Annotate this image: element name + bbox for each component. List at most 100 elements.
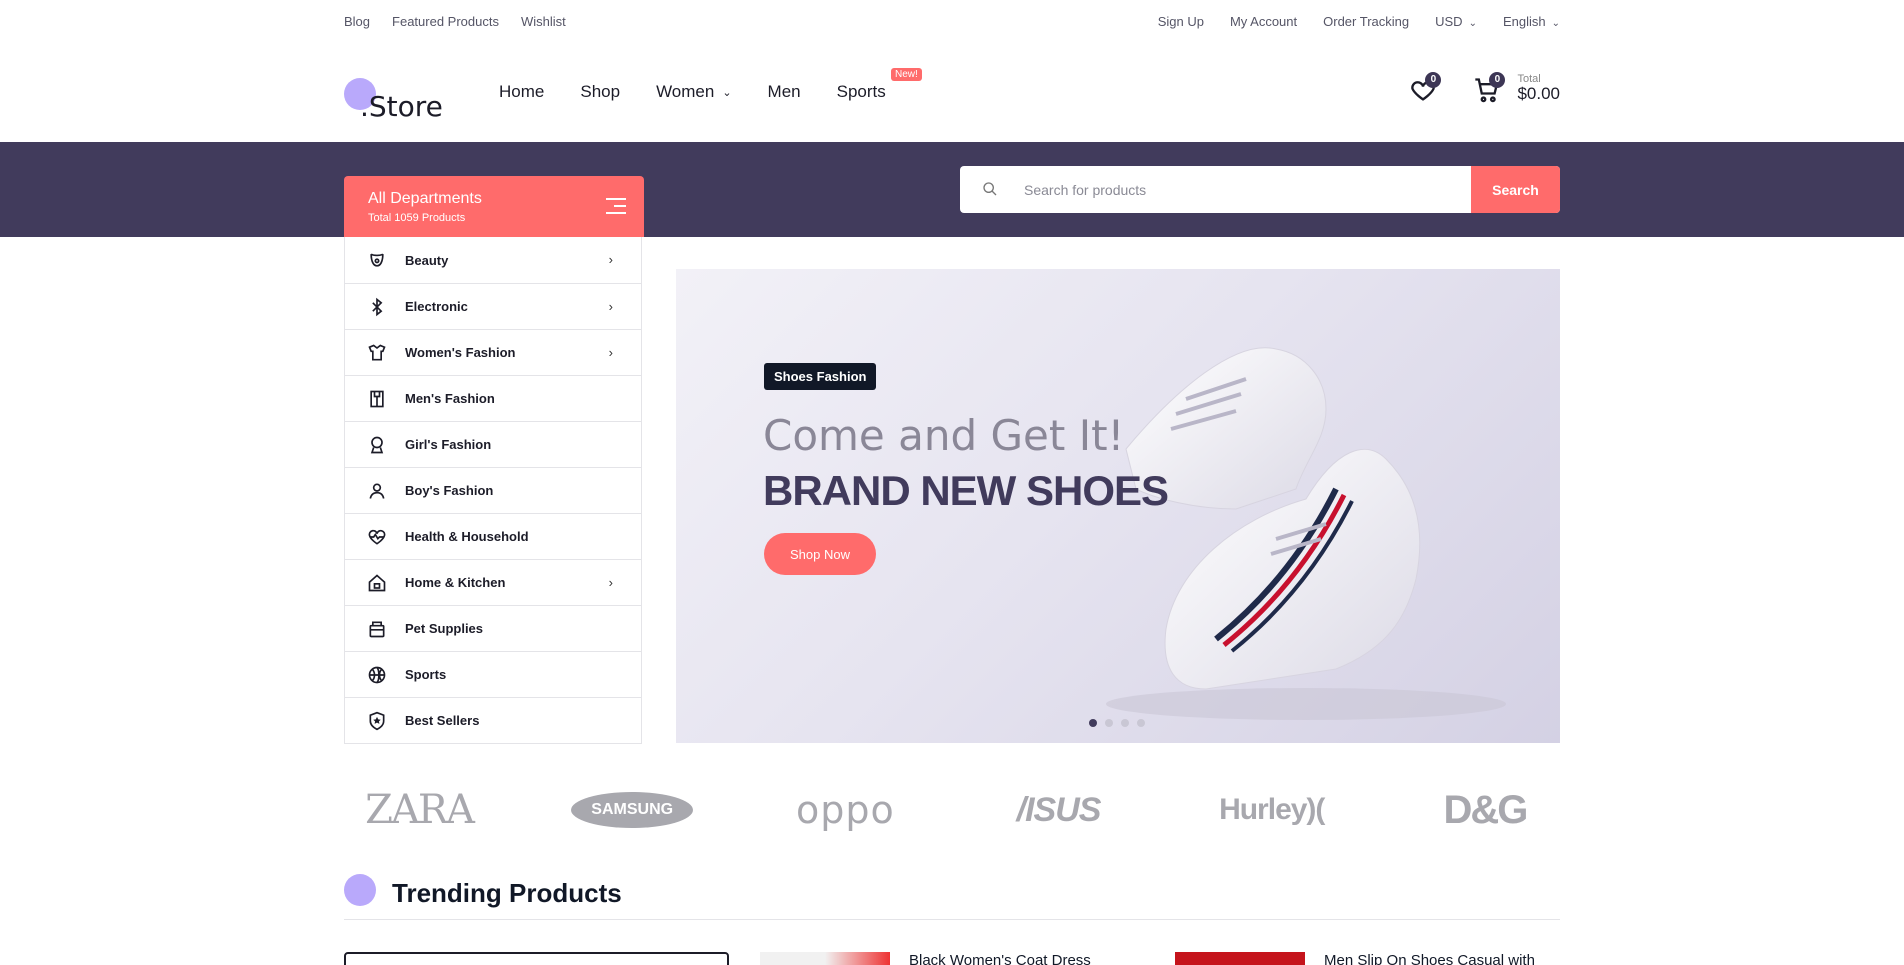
chevron-down-icon: ⌄ (1468, 18, 1477, 29)
nav-sports[interactable]: Sports New! (836, 68, 922, 102)
dept-best-sellers[interactable]: Best Sellers (345, 697, 641, 743)
hero-banner: Shoes Fashion Come and Get It! BRAND NEW… (676, 269, 1560, 743)
shirt-icon (365, 387, 389, 411)
dept-girls-fashion[interactable]: Girl's Fashion (345, 421, 641, 467)
dept-label: Men's Fashion (405, 391, 495, 406)
dept-home-kitchen[interactable]: Home & Kitchen › (345, 559, 641, 605)
currency-selector[interactable]: USD ⌄ (1435, 14, 1477, 29)
trending-title: Trending Products (392, 878, 622, 908)
dept-label: Health & Household (405, 529, 529, 544)
dept-health-household[interactable]: Health & Household (345, 513, 641, 559)
dept-label: Beauty (405, 252, 449, 268)
top-bar: Blog Featured Products Wishlist Sign Up … (0, 0, 1904, 42)
product-card[interactable] (344, 952, 729, 965)
chevron-down-icon: ⌄ (1551, 18, 1560, 29)
product-title[interactable]: Black Women's Coat Dress (909, 952, 1091, 965)
search-bar: Search (960, 166, 1560, 213)
product-thumbnail[interactable] (760, 952, 890, 965)
dept-beauty[interactable]: Beauty › (345, 237, 641, 283)
product-title[interactable]: Men Slip On Shoes Casual with (1324, 952, 1535, 965)
dept-electronic[interactable]: Electronic › (345, 283, 641, 329)
chevron-right-icon: › (608, 299, 613, 314)
dept-boys-fashion[interactable]: Boy's Fashion (345, 467, 641, 513)
all-departments-header[interactable]: All Departments Total 1059 Products (344, 176, 644, 237)
brand-zara[interactable]: ZARA (344, 787, 494, 833)
dept-sports[interactable]: Sports (345, 651, 641, 697)
wishlist-button[interactable]: 0 (1407, 72, 1442, 104)
main-header: .Store Home Shop Women ⌄ Men Sports New! 0… (0, 42, 1904, 142)
dept-label: Home & Kitchen (405, 575, 506, 590)
main-nav: Home Shop Women ⌄ Men Sports New! (499, 68, 922, 102)
cart-total-label: Total (1517, 72, 1541, 85)
sign-up-link[interactable]: Sign Up (1158, 14, 1204, 29)
search-button[interactable]: Search (1471, 166, 1560, 213)
language-value: English (1502, 14, 1546, 29)
featured-products-link[interactable]: Featured Products (392, 14, 499, 29)
dept-womens-fashion[interactable]: Women's Fashion › (345, 329, 641, 375)
nav-home[interactable]: Home (499, 82, 544, 102)
blog-link[interactable]: Blog (344, 14, 370, 29)
departments-subtitle: Total 1059 Products (368, 212, 466, 224)
brand-dg[interactable]: D&G (1410, 788, 1560, 833)
chevron-right-icon: › (608, 345, 613, 360)
search-input[interactable] (1024, 166, 1424, 213)
nav-sports-label: Sports (836, 82, 886, 101)
badge-star-icon (365, 709, 389, 733)
nav-men[interactable]: Men (768, 82, 801, 102)
slider-dot[interactable] (1121, 719, 1129, 727)
order-tracking-link[interactable]: Order Tracking (1323, 14, 1409, 29)
departments-title: All Departments (368, 190, 482, 207)
section-dot (344, 874, 376, 906)
hamburger-icon (606, 198, 626, 216)
currency-value: USD (1435, 14, 1463, 29)
departments-list: Beauty › Electronic › Women's Fashion › … (344, 237, 642, 744)
slider-dots (1089, 719, 1145, 727)
basketball-icon (365, 663, 389, 687)
logo[interactable]: .Store (344, 60, 454, 123)
boy-icon (365, 479, 389, 503)
dept-label: Pet Supplies (405, 621, 484, 636)
cart-count: 0 (1489, 72, 1506, 88)
home-icon (365, 571, 389, 595)
dept-label: Women's Fashion (405, 345, 516, 360)
dept-label: Sports (405, 667, 447, 682)
dept-label: Electronic (405, 299, 468, 314)
shop-now-button[interactable]: Shop Now (764, 533, 876, 575)
brand-logos: ZARA SAMSUNG oppo /ISUS Hurley)( D&G (344, 780, 1560, 840)
nav-women[interactable]: Women ⌄ (656, 82, 731, 102)
logo-text: .Store (360, 90, 443, 123)
brand-asus[interactable]: /ISUS (984, 791, 1134, 830)
dept-mens-fashion[interactable]: Men's Fashion (345, 375, 641, 421)
my-account-link[interactable]: My Account (1230, 14, 1297, 29)
chevron-right-icon: › (608, 252, 613, 267)
dept-label: Girl's Fashion (405, 437, 492, 452)
slider-dot[interactable] (1137, 719, 1145, 727)
brand-samsung[interactable]: SAMSUNG (557, 792, 707, 828)
nav-women-label: Women (656, 82, 715, 101)
header-actions: 0 0 Total $0.00 (1407, 72, 1560, 104)
heartbeat-icon (365, 525, 389, 549)
brand-oppo[interactable]: oppo (770, 788, 920, 832)
beauty-icon (365, 248, 389, 272)
hero-headline: Come and Get It! (763, 411, 1125, 460)
hero-subheadline: BRAND NEW SHOES (763, 467, 1169, 514)
pet-icon (365, 617, 389, 641)
language-selector[interactable]: English ⌄ (1503, 14, 1560, 29)
slider-dot[interactable] (1089, 719, 1097, 727)
search-band (0, 142, 1904, 237)
chevron-down-icon: ⌄ (722, 87, 732, 100)
cart-total-value: $0.00 (1517, 83, 1560, 103)
slider-dot[interactable] (1105, 719, 1113, 727)
nav-shop[interactable]: Shop (580, 82, 620, 102)
trending-section-header: Trending Products (344, 870, 1560, 920)
brand-hurley[interactable]: Hurley)( (1197, 793, 1347, 827)
new-badge: New! (890, 68, 922, 81)
cart-total[interactable]: Total $0.00 (1517, 73, 1560, 104)
wishlist-count: 0 (1425, 72, 1442, 88)
hero-tag: Shoes Fashion (764, 363, 877, 390)
wishlist-link[interactable]: Wishlist (521, 14, 566, 29)
product-thumbnail[interactable] (1175, 952, 1305, 965)
dept-pet-supplies[interactable]: Pet Supplies (345, 605, 641, 651)
dept-label: Boy's Fashion (405, 483, 494, 498)
cart-button[interactable]: 0 (1471, 72, 1506, 104)
